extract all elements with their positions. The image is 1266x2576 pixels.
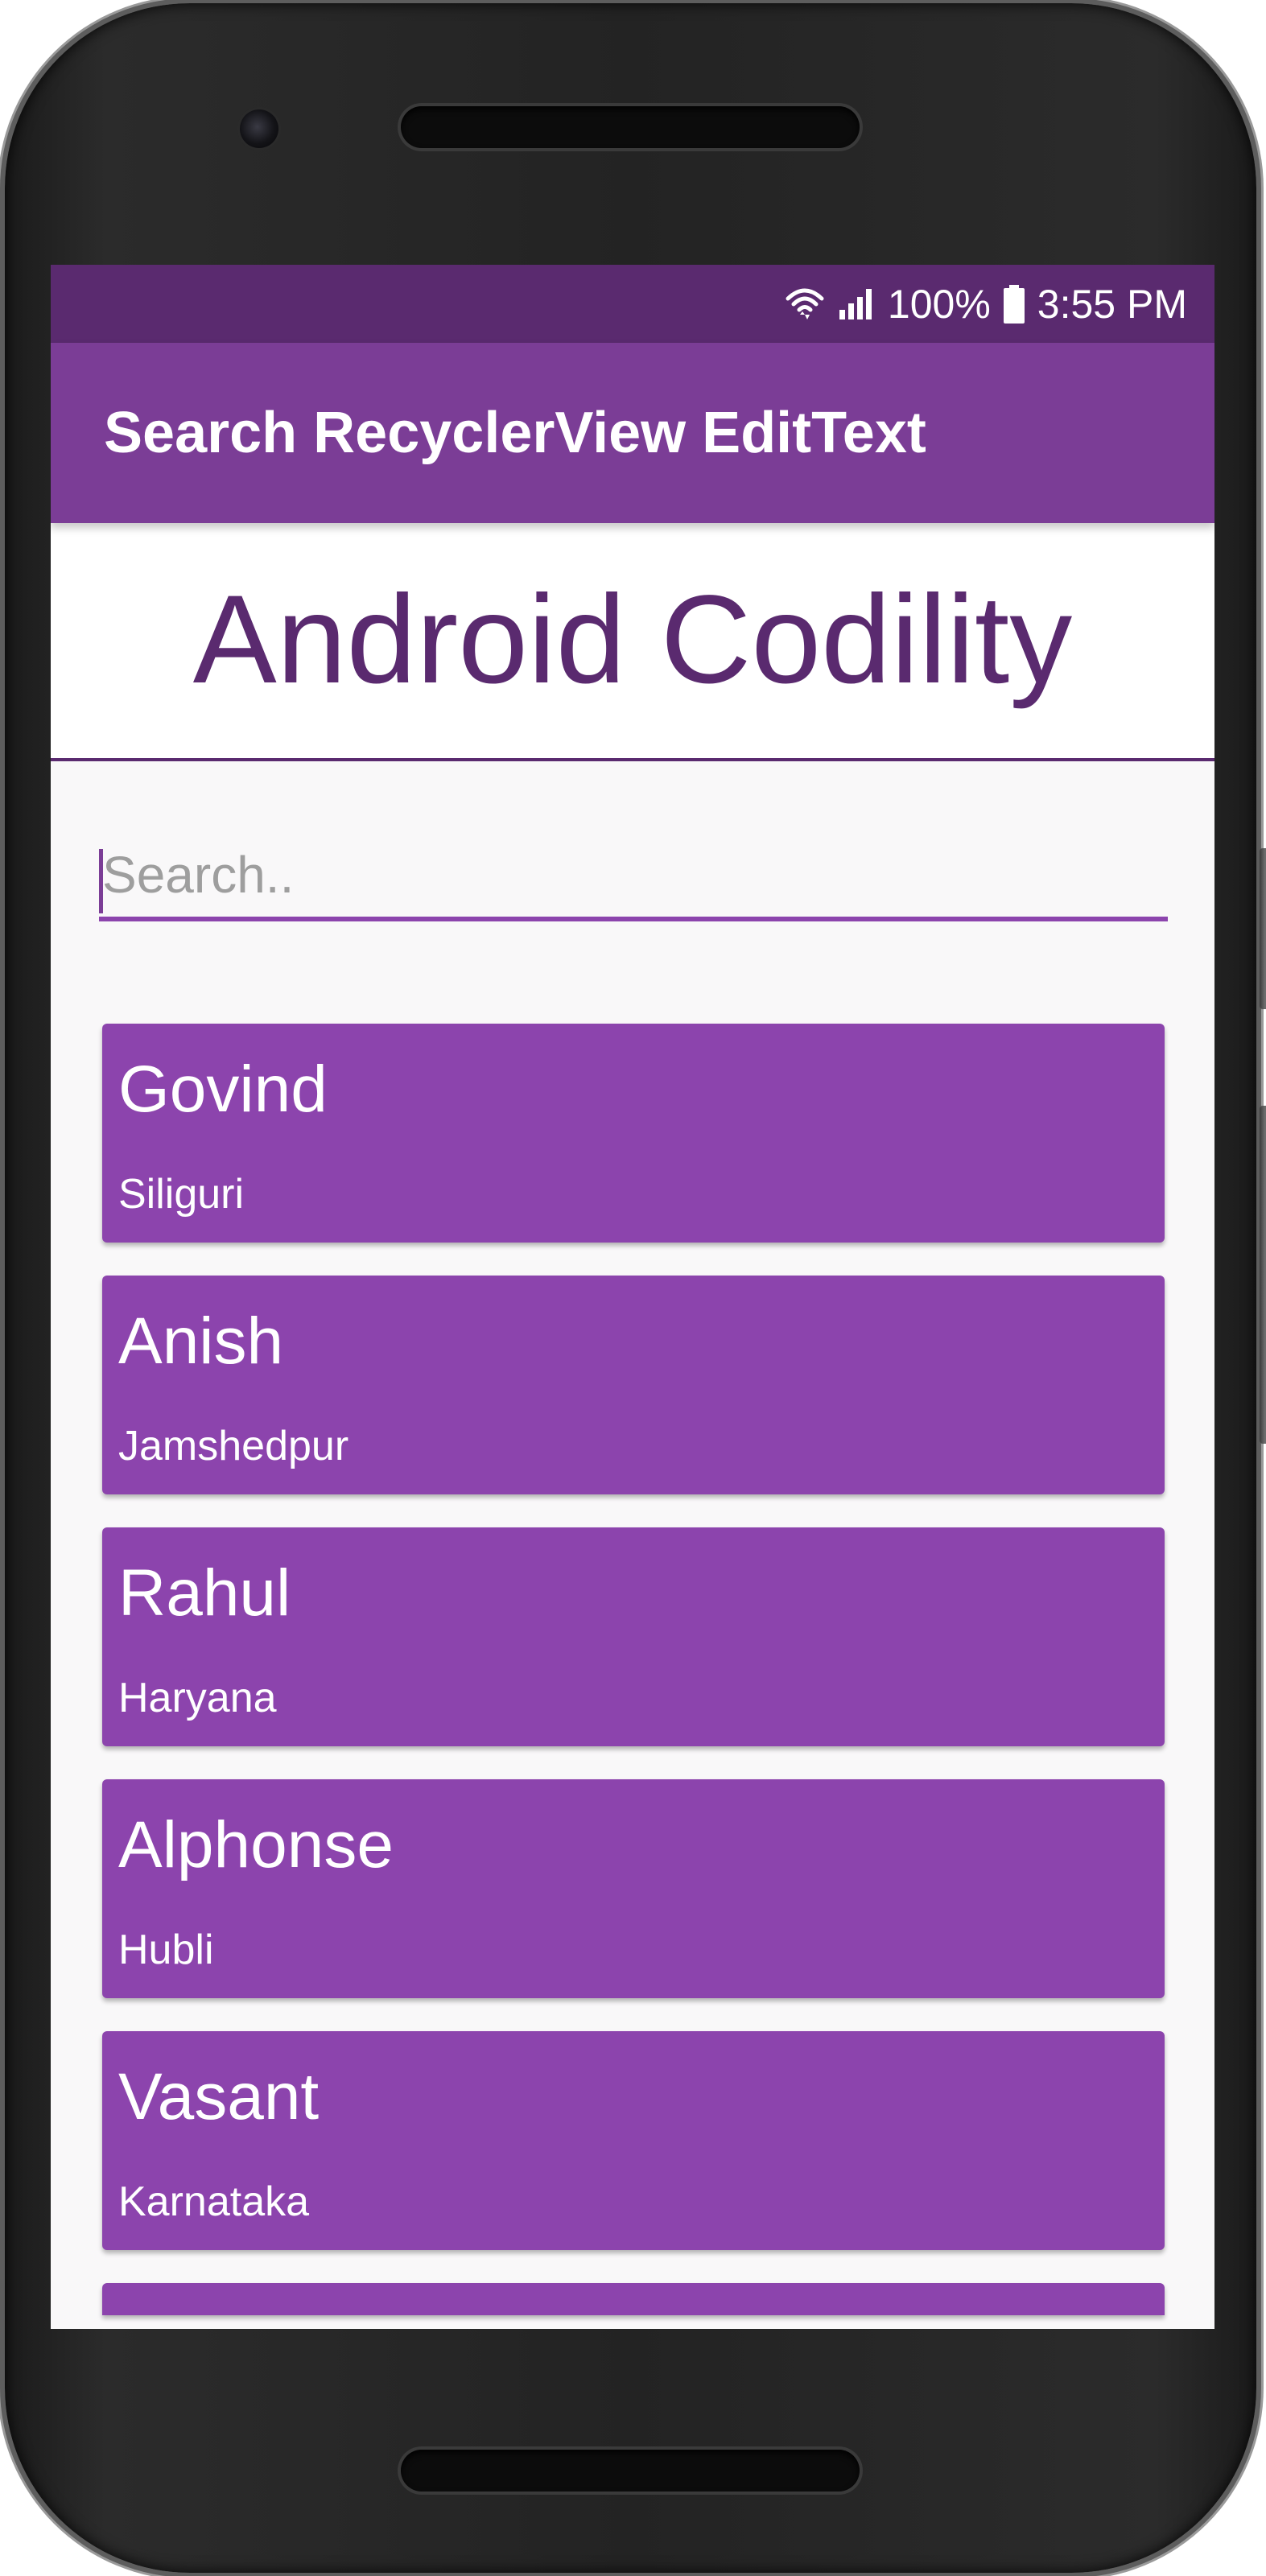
brand-title: Android Codility	[192, 570, 1073, 710]
status-bar: 100% 3:55 PM	[51, 265, 1214, 343]
volume-rocker	[1260, 1106, 1266, 1444]
search-input[interactable]	[99, 833, 1168, 917]
search-field[interactable]	[99, 833, 1168, 921]
item-city: Haryana	[118, 1675, 277, 1721]
item-name: Alphonse	[118, 1808, 394, 1882]
brand-header: Android Codility	[51, 523, 1214, 761]
wifi-icon	[785, 286, 825, 323]
list-item[interactable]: Vasant Karnataka	[102, 2031, 1165, 2250]
cell-signal-icon	[836, 286, 876, 323]
bottom-speaker	[401, 2450, 860, 2492]
item-name: Rahul	[118, 1556, 291, 1630]
list-item[interactable]: Govind Siliguri	[102, 1024, 1165, 1243]
clock: 3:55 PM	[1037, 281, 1187, 327]
item-name: Govind	[118, 1053, 328, 1126]
battery-percentage: 100%	[887, 281, 991, 327]
device-screen: 100% 3:55 PM Search RecyclerView EditTex…	[51, 265, 1214, 2329]
status-icons: 100% 3:55 PM	[785, 265, 1187, 343]
list-item-partial[interactable]	[102, 2283, 1165, 2315]
item-name: Vasant	[118, 2060, 320, 2133]
item-city: Siliguri	[118, 1171, 245, 1218]
earpiece-speaker	[401, 106, 860, 148]
item-city: Jamshedpur	[118, 1423, 349, 1469]
phone-frame: 100% 3:55 PM Search RecyclerView EditTex…	[5, 3, 1266, 2573]
battery-icon	[1002, 284, 1026, 324]
app-toolbar: Search RecyclerView EditText	[51, 343, 1214, 523]
list-item[interactable]: Rahul Haryana	[102, 1527, 1165, 1746]
item-city: Hubli	[118, 1927, 214, 1973]
list-item[interactable]: Anish Jamshedpur	[102, 1276, 1165, 1494]
item-city: Karnataka	[118, 2178, 310, 2225]
recycler-list[interactable]: Govind Siliguri Anish Jamshedpur Rahul H…	[102, 1024, 1165, 2329]
list-item[interactable]: Alphonse Hubli	[102, 1779, 1165, 1998]
power-button	[1260, 848, 1266, 1009]
item-name: Anish	[118, 1304, 284, 1378]
front-camera	[240, 109, 278, 148]
toolbar-title: Search RecyclerView EditText	[104, 401, 926, 465]
